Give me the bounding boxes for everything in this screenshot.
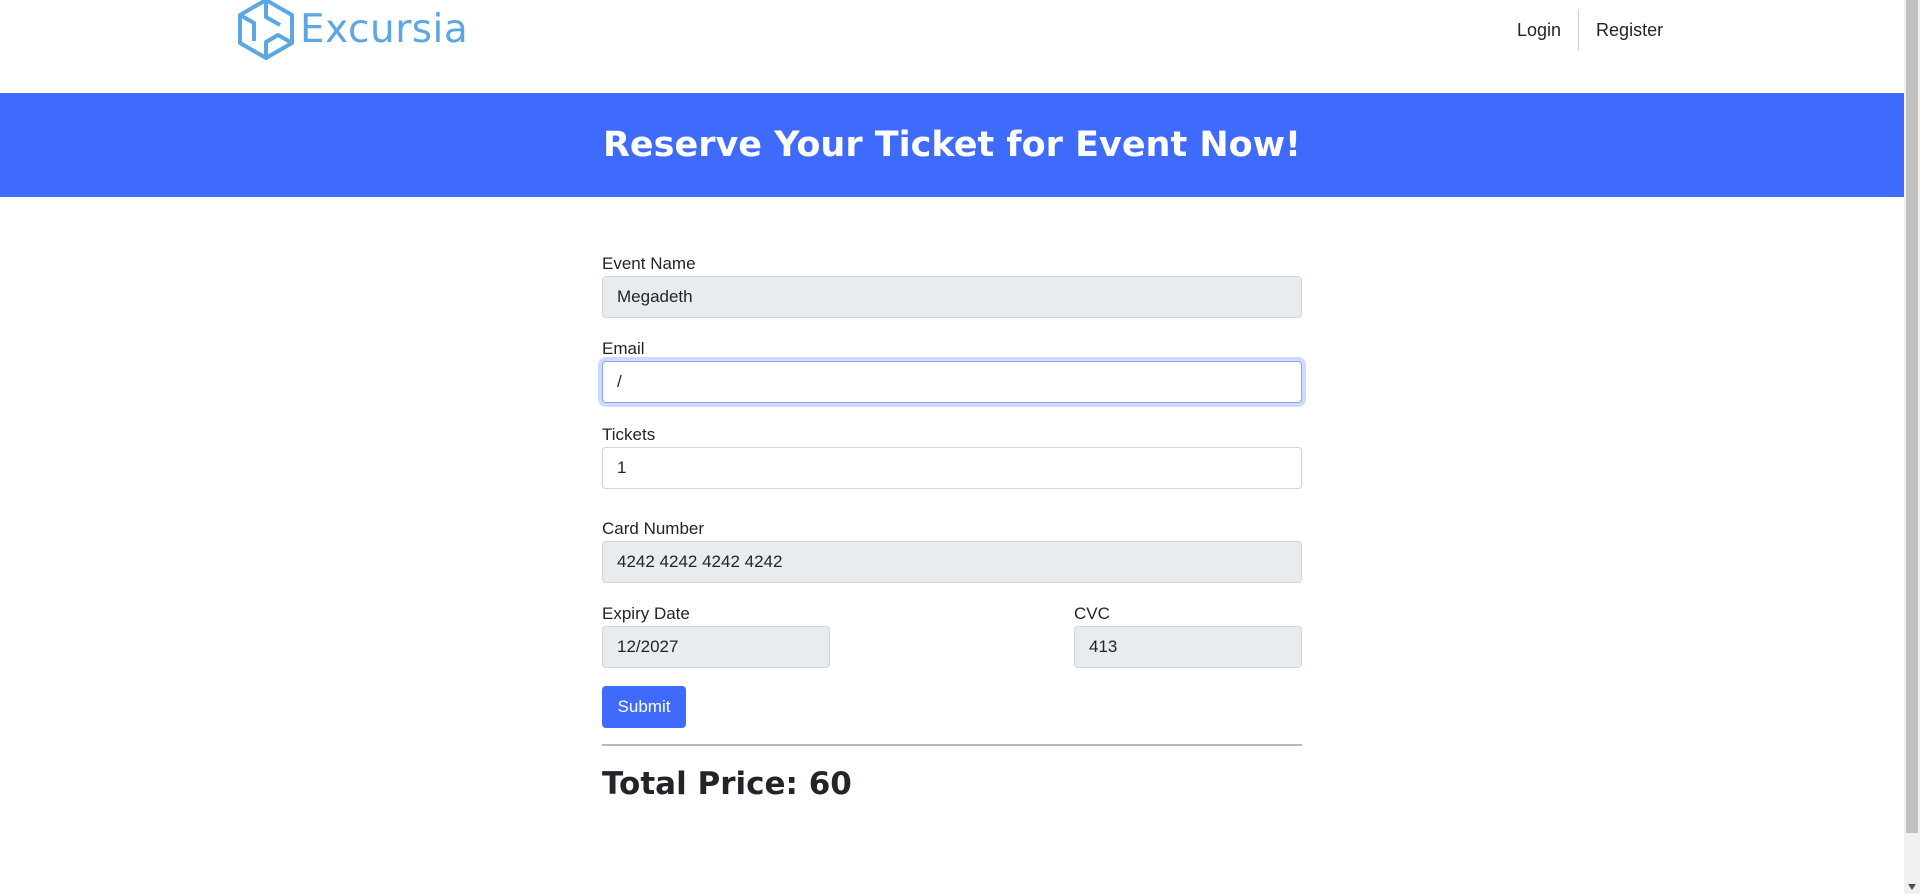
tickets-group: Tickets [602, 423, 1302, 489]
tickets-label: Tickets [602, 425, 656, 444]
cvc-label: CVC [1074, 604, 1110, 623]
event-name-field[interactable] [602, 276, 1302, 318]
nav-links: Login Register [1500, 9, 1680, 51]
scrollbar-thumb[interactable] [1906, 0, 1918, 833]
register-link[interactable]: Register [1579, 10, 1680, 50]
event-name-label: Event Name [602, 254, 696, 273]
email-field[interactable] [602, 361, 1302, 403]
brand-name: Excursia [300, 6, 469, 52]
banner-title: Reserve Your Ticket for Event Now! [602, 125, 1302, 165]
divider [602, 744, 1302, 746]
vertical-scrollbar[interactable] [1904, 0, 1920, 894]
email-group: Email [602, 337, 1302, 403]
top-navbar: Excursia Login Register [0, 0, 1904, 93]
cvc-group: CVC [1074, 602, 1302, 668]
brand-logo-link[interactable]: Excursia [236, 0, 468, 62]
login-link[interactable]: Login [1500, 10, 1578, 50]
event-name-group: Event Name [602, 252, 1302, 318]
total-price: Total Price: 60 [602, 766, 852, 802]
email-label: Email [602, 339, 645, 358]
submit-button[interactable]: Submit [602, 686, 686, 728]
tickets-field[interactable] [602, 447, 1302, 489]
expiry-date-group: Expiry Date [602, 602, 830, 668]
hexagon-cube-logo-icon [238, 0, 294, 60]
expiry-date-label: Expiry Date [602, 604, 690, 623]
card-number-group: Card Number [602, 517, 1302, 583]
card-number-field[interactable] [602, 541, 1302, 583]
expiry-date-field[interactable] [602, 626, 830, 668]
page: Excursia Login Register Reserve Your Tic… [0, 0, 1904, 894]
card-number-label: Card Number [602, 519, 705, 538]
hero-banner: Reserve Your Ticket for Event Now! [0, 93, 1904, 197]
scroll-down-arrow-icon[interactable] [1908, 884, 1916, 890]
cvc-field[interactable] [1074, 626, 1302, 668]
